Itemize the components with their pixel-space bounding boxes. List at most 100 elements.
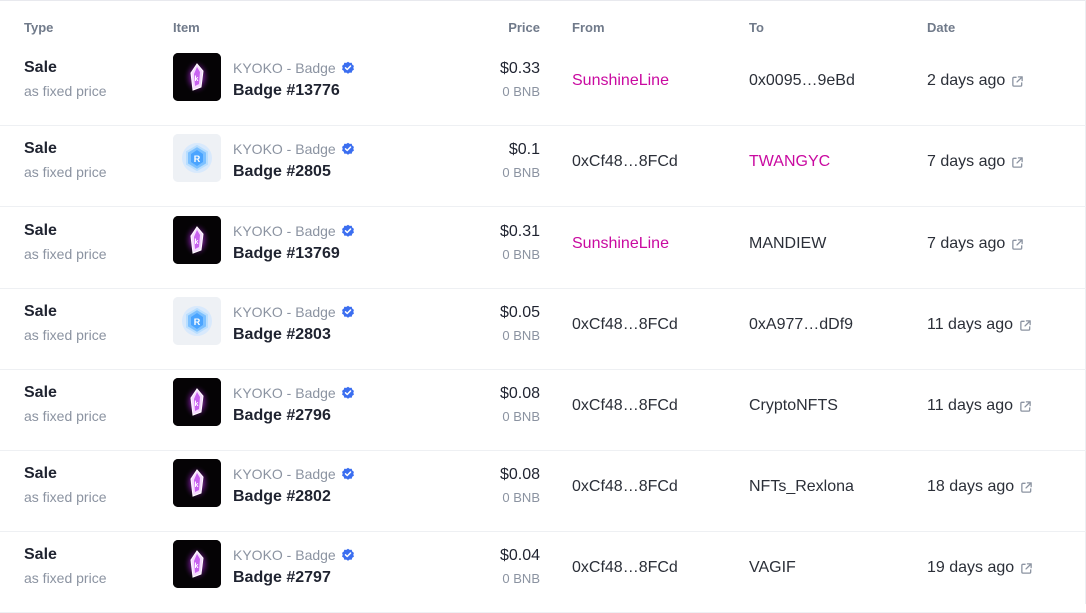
external-link-icon[interactable] xyxy=(1011,238,1024,251)
item-thumbnail[interactable]: k xyxy=(173,459,221,507)
to-address-link[interactable]: 0x0095…9eBd xyxy=(749,72,855,90)
item-thumbnail[interactable]: k xyxy=(173,540,221,588)
verified-badge-icon xyxy=(341,61,354,74)
price-bnb: 0 BNB xyxy=(502,328,540,343)
date-text: 11 days ago xyxy=(927,316,1013,333)
event-type-detail: as fixed price xyxy=(24,246,107,262)
date-text: 7 days ago xyxy=(927,235,1006,252)
from-address-link[interactable]: 0xCf48…8FCd xyxy=(572,397,678,415)
external-link-icon[interactable] xyxy=(1020,562,1033,575)
verified-badge-icon xyxy=(341,386,354,399)
price-usd: $0.1 xyxy=(508,141,540,158)
to-address-link[interactable]: CryptoNFTS xyxy=(749,397,838,415)
external-link-icon[interactable] xyxy=(1019,400,1032,413)
item-thumbnail[interactable]: R xyxy=(173,297,221,345)
verified-badge-icon xyxy=(341,142,354,155)
date-link[interactable]: 7 days ago xyxy=(927,235,1024,253)
collection-link[interactable]: KYOKO - Badge xyxy=(233,141,355,157)
table-row: Sale as fixed price k KYOKO - Badge Badg… xyxy=(0,532,1086,613)
collection-link[interactable]: KYOKO - Badge xyxy=(233,466,355,482)
price-bnb: 0 BNB xyxy=(502,84,540,99)
hexagon-badge-art: R xyxy=(173,297,221,345)
svg-text:k: k xyxy=(195,563,199,570)
price-usd: $0.31 xyxy=(499,223,540,240)
item-name-link[interactable]: Badge #13776 xyxy=(233,82,340,100)
item-thumbnail[interactable]: k xyxy=(173,53,221,101)
from-address-link[interactable]: 0xCf48…8FCd xyxy=(572,153,678,171)
item-thumbnail[interactable]: R xyxy=(173,134,221,182)
svg-text:R: R xyxy=(194,317,201,327)
from-address-link[interactable]: SunshineLine xyxy=(572,72,669,90)
collection-link[interactable]: KYOKO - Badge xyxy=(233,385,355,401)
event-type-detail: as fixed price xyxy=(24,327,107,343)
date-text: 11 days ago xyxy=(927,397,1013,414)
to-address-link[interactable]: 0xA977…dDf9 xyxy=(749,316,853,334)
date-link[interactable]: 7 days ago xyxy=(927,153,1024,171)
date-link[interactable]: 2 days ago xyxy=(927,72,1024,90)
date-link[interactable]: 11 days ago xyxy=(927,316,1032,334)
collection-link[interactable]: KYOKO - Badge xyxy=(233,223,355,239)
price-usd: $0.04 xyxy=(499,547,540,564)
date-link[interactable]: 11 days ago xyxy=(927,397,1032,415)
event-type-detail: as fixed price xyxy=(24,570,107,586)
date-link[interactable]: 18 days ago xyxy=(927,478,1033,496)
collection-name: KYOKO - Badge xyxy=(233,223,336,239)
header-item: Item xyxy=(173,20,200,35)
from-address-link[interactable]: 0xCf48…8FCd xyxy=(572,559,678,577)
table-header: Type Item Price From To Date xyxy=(0,0,1086,40)
external-link-icon[interactable] xyxy=(1020,481,1033,494)
collection-name: KYOKO - Badge xyxy=(233,466,336,482)
svg-text:k: k xyxy=(195,482,199,489)
row-divider xyxy=(0,206,1086,207)
to-address-link[interactable]: MANDIEW xyxy=(749,235,826,253)
header-from: From xyxy=(572,20,605,35)
event-type: Sale xyxy=(24,59,57,76)
event-type: Sale xyxy=(24,222,57,239)
to-address-link[interactable]: NFTs_Rexlona xyxy=(749,478,854,496)
event-type: Sale xyxy=(24,546,57,563)
collection-link[interactable]: KYOKO - Badge xyxy=(233,60,355,76)
event-type: Sale xyxy=(24,140,57,157)
event-type: Sale xyxy=(24,384,57,401)
item-name-link[interactable]: Badge #2802 xyxy=(233,488,331,506)
header-price: Price xyxy=(508,20,540,35)
svg-text:k: k xyxy=(195,239,199,246)
to-address-link[interactable]: VAGIF xyxy=(749,559,796,577)
item-name-link[interactable]: Badge #2797 xyxy=(233,569,331,587)
external-link-icon[interactable] xyxy=(1011,156,1024,169)
item-name-link[interactable]: Badge #2796 xyxy=(233,407,331,425)
crystal-badge-art: k xyxy=(173,378,221,426)
external-link-icon[interactable] xyxy=(1019,319,1032,332)
date-text: 7 days ago xyxy=(927,153,1006,170)
event-type: Sale xyxy=(24,303,57,320)
price-bnb: 0 BNB xyxy=(502,409,540,424)
table-row: Sale as fixed price R KYOKO - Badge Badg… xyxy=(0,126,1086,207)
collection-link[interactable]: KYOKO - Badge xyxy=(233,547,355,563)
header-type: Type xyxy=(24,20,54,35)
from-address-link[interactable]: 0xCf48…8FCd xyxy=(572,478,678,496)
verified-badge-icon xyxy=(341,548,354,561)
table-row: Sale as fixed price k KYOKO - Badge Badg… xyxy=(0,208,1086,289)
table-row: Sale as fixed price k KYOKO - Badge Badg… xyxy=(0,370,1086,451)
item-thumbnail[interactable]: k xyxy=(173,216,221,264)
item-thumbnail[interactable]: k xyxy=(173,378,221,426)
crystal-badge-art: k xyxy=(173,53,221,101)
svg-text:R: R xyxy=(194,154,201,164)
crystal-badge-art: k xyxy=(173,540,221,588)
item-name-link[interactable]: Badge #2805 xyxy=(233,163,331,181)
price-bnb: 0 BNB xyxy=(502,490,540,505)
date-text: 18 days ago xyxy=(927,478,1015,495)
external-link-icon[interactable] xyxy=(1011,75,1024,88)
item-name-link[interactable]: Badge #2803 xyxy=(233,326,331,344)
verified-badge-icon xyxy=(341,467,354,480)
item-name-link[interactable]: Badge #13769 xyxy=(233,245,340,263)
price-bnb: 0 BNB xyxy=(502,571,540,586)
event-type-detail: as fixed price xyxy=(24,164,107,180)
from-address-link[interactable]: SunshineLine xyxy=(572,235,669,253)
collection-link[interactable]: KYOKO - Badge xyxy=(233,304,355,320)
collection-name: KYOKO - Badge xyxy=(233,60,336,76)
price-usd: $0.05 xyxy=(499,304,540,321)
date-link[interactable]: 19 days ago xyxy=(927,559,1033,577)
to-address-link[interactable]: TWANGYC xyxy=(749,153,830,171)
from-address-link[interactable]: 0xCf48…8FCd xyxy=(572,316,678,334)
